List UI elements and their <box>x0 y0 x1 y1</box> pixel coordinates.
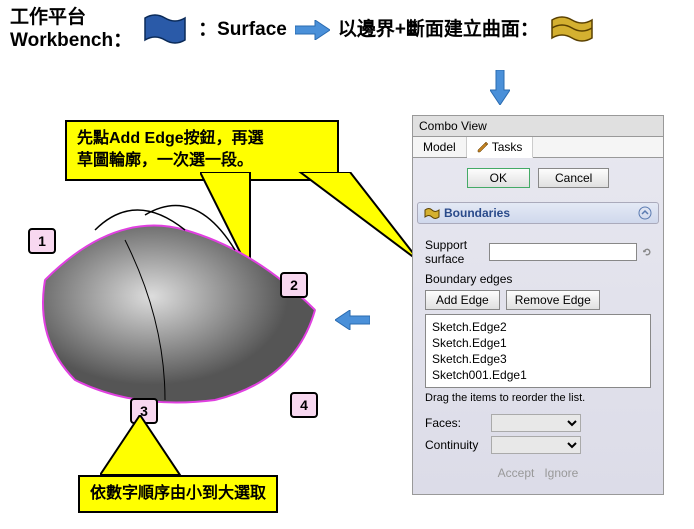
boundary-edges-label: Boundary edges <box>425 272 651 286</box>
surface-label: ：Surface <box>198 19 287 42</box>
combo-view-panel: Combo View Model Tasks OK Cancel Boundar… <box>412 115 664 495</box>
edge-marker-2: 2 <box>280 272 308 298</box>
ignore-button: Ignore <box>544 466 578 480</box>
surface-3d-preview <box>15 200 355 420</box>
workbench-flag-icon <box>140 10 190 50</box>
tab-tasks[interactable]: Tasks <box>467 137 534 158</box>
support-surface-input[interactable] <box>489 243 637 261</box>
header-right-text: 以邊界+斷面建立曲面： <box>338 19 539 42</box>
tab-model[interactable]: Model <box>413 137 467 157</box>
combo-view-title: Combo View <box>413 116 663 137</box>
edge-list[interactable]: Sketch.Edge2 Sketch.Edge1 Sketch.Edge3 S… <box>425 314 651 388</box>
cancel-button[interactable]: Cancel <box>538 168 609 188</box>
list-item[interactable]: Sketch.Edge1 <box>430 335 646 351</box>
edge-marker-1: 1 <box>28 228 56 254</box>
continuity-select[interactable] <box>491 436 581 454</box>
combo-tabs: Model Tasks <box>413 137 663 158</box>
list-item[interactable]: Sketch.Edge3 <box>430 351 646 367</box>
callout-2-pointer <box>100 415 200 475</box>
boundaries-section-header[interactable]: Boundaries <box>417 202 659 224</box>
faces-select[interactable] <box>491 414 581 432</box>
pencil-icon <box>477 141 489 153</box>
collapse-icon <box>638 206 652 220</box>
continuity-label: Continuity <box>425 438 485 452</box>
accept-button: Accept <box>498 466 535 480</box>
workbench-label: 工作平台 Workbench： <box>10 7 132 53</box>
faces-label: Faces: <box>425 416 485 430</box>
drag-hint: Drag the items to reorder the list. <box>425 392 651 404</box>
reload-icon[interactable] <box>643 246 651 258</box>
add-edge-button[interactable]: Add Edge <box>425 290 500 310</box>
callout-instruction-2: 依數字順序由小到大選取 <box>78 475 278 513</box>
surface-tool-icon <box>547 10 597 50</box>
list-item[interactable]: Sketch001.Edge1 <box>430 367 646 383</box>
header-bar: 工作平台 Workbench： ：Surface 以邊界+斷面建立曲面： <box>10 5 684 55</box>
edge-marker-4: 4 <box>290 392 318 418</box>
support-surface-label: Support surface <box>425 238 483 266</box>
ok-button[interactable]: OK <box>467 168 530 188</box>
arrow-down-icon <box>490 70 510 105</box>
boundaries-body: Support surface Boundary edges Add Edge … <box>413 228 663 494</box>
dialog-buttons: OK Cancel <box>413 158 663 198</box>
list-item[interactable]: Sketch.Edge2 <box>430 319 646 335</box>
arrow-right-icon <box>295 20 330 40</box>
boundaries-icon <box>424 206 440 220</box>
remove-edge-button[interactable]: Remove Edge <box>506 290 600 310</box>
